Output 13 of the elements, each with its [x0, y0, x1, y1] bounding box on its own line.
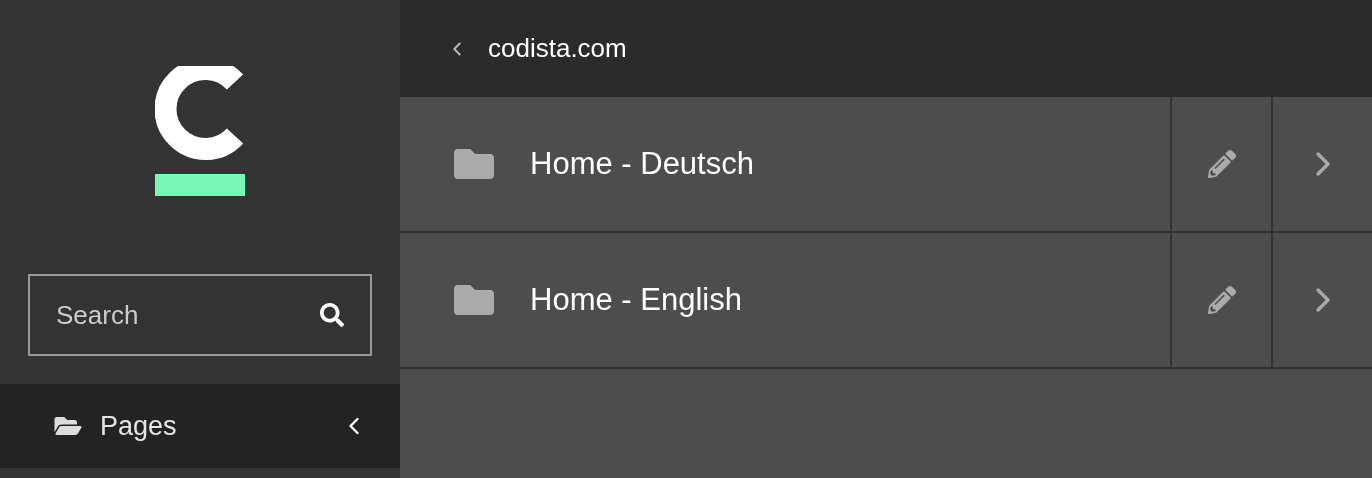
page-row[interactable]: Home - English: [400, 233, 1170, 367]
nav-label: Pages: [100, 409, 178, 443]
search-icon[interactable]: [320, 303, 344, 327]
open-folder-icon: [54, 414, 82, 438]
search-field[interactable]: Search: [28, 274, 372, 356]
logo-icon: [155, 66, 245, 198]
nav-item[interactable]: Pages: [0, 384, 400, 468]
page-title: Home - English: [530, 280, 742, 319]
page-title: Home - Deutsch: [530, 144, 754, 183]
page-row[interactable]: Home - Deutsch: [400, 97, 1170, 231]
breadcrumb-label[interactable]: codista.com: [488, 29, 627, 68]
pencil-icon: [1207, 150, 1236, 178]
pencil-icon: [1207, 286, 1236, 314]
